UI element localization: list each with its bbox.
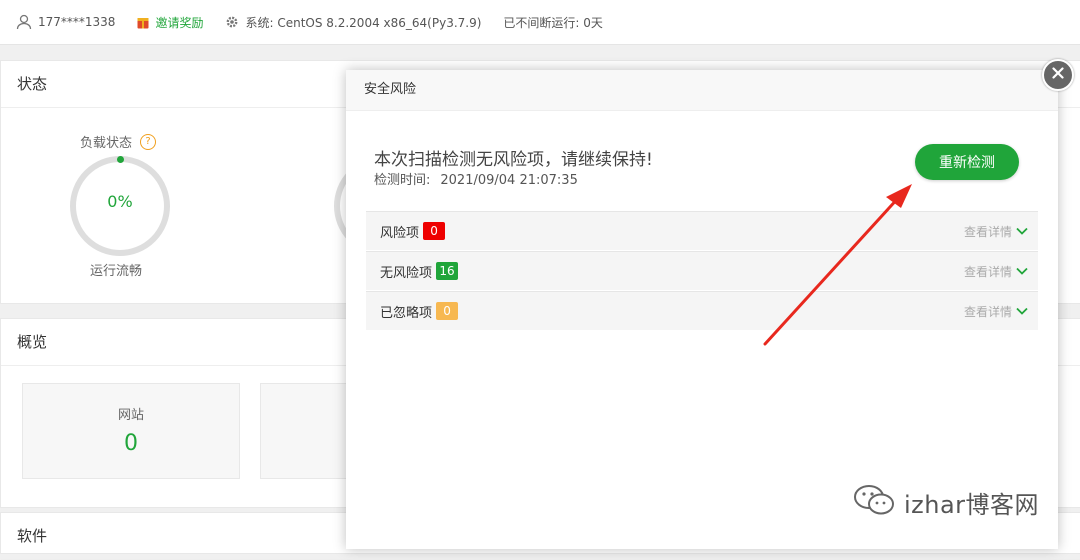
chevron-down-icon	[1016, 307, 1028, 315]
load-status-label: 负载状态 ?	[80, 132, 157, 151]
scan-time: 检测时间: 2021/09/04 21:07:35	[374, 169, 578, 188]
system-info: 系统: CentOS 8.2.2004 x86_64(Py3.7.9)	[225, 14, 481, 31]
load-state: 运行流畅	[90, 264, 143, 279]
watermark: izhar博客网	[852, 482, 1039, 522]
user-icon	[16, 14, 32, 30]
watermark-text: izhar博客网	[904, 490, 1040, 519]
user-info[interactable]: 177****1338	[16, 14, 115, 30]
ignored-row-label: 已忽略项	[380, 305, 433, 321]
recheck-button[interactable]: 重新检测	[915, 144, 1019, 180]
website-card-value[interactable]: 0	[22, 431, 240, 456]
uptime-text: 已不间断运行: 0天	[503, 15, 603, 30]
no-risk-view-details[interactable]: 查看详情	[964, 263, 1028, 280]
gear-icon	[225, 15, 239, 29]
load-label-text: 负载状态	[80, 136, 133, 151]
ignored-details-text: 查看详情	[963, 304, 1012, 319]
help-icon[interactable]: ?	[140, 133, 157, 150]
close-icon	[1052, 67, 1064, 83]
gift-icon	[137, 15, 149, 29]
no-risk-details-text: 查看详情	[963, 264, 1012, 279]
chevron-down-icon	[1016, 227, 1028, 235]
risk-count-badge: 0	[423, 222, 446, 240]
scan-time-value: 2021/09/04 21:07:35	[440, 173, 578, 188]
chevron-down-icon	[1016, 267, 1028, 275]
risk-view-details[interactable]: 查看详情	[964, 223, 1028, 240]
load-value: 0%	[107, 192, 133, 211]
website-card-label: 网站	[117, 408, 144, 423]
top-bar: 177****1338 邀请奖励 系统: CentOS 8.2.2004 x86…	[0, 0, 1080, 45]
no-risk-count-badge: 16	[436, 262, 459, 280]
ignored-count-badge: 0	[436, 302, 459, 320]
ignored-row[interactable]: 已忽略项 0 查看详情	[366, 291, 1038, 330]
system-text: 系统: CentOS 8.2.2004 x86_64(Py3.7.9)	[245, 15, 482, 30]
wechat-icon	[852, 482, 896, 522]
no-risk-row[interactable]: 无风险项 16 查看详情	[366, 251, 1038, 290]
scan-result-message: 本次扫描检测无风险项，请继续保持!	[374, 150, 653, 170]
ignored-view-details[interactable]: 查看详情	[964, 303, 1028, 320]
uptime-info: 已不间断运行: 0天	[503, 14, 603, 31]
dialog-title: 安全风险	[346, 70, 1058, 111]
no-risk-row-label: 无风险项	[380, 265, 433, 281]
scan-time-label: 检测时间:	[374, 173, 431, 188]
dialog-close-button[interactable]	[1042, 59, 1074, 91]
invite-reward-link[interactable]: 邀请奖励	[137, 14, 203, 31]
risk-row[interactable]: 风险项 0 查看详情	[366, 211, 1038, 250]
load-gauge-indicator	[117, 156, 124, 163]
risk-row-label: 风险项	[380, 225, 420, 241]
risk-details-text: 查看详情	[963, 224, 1012, 239]
user-name: 177****1338	[38, 15, 116, 29]
invite-label: 邀请奖励	[155, 15, 204, 30]
